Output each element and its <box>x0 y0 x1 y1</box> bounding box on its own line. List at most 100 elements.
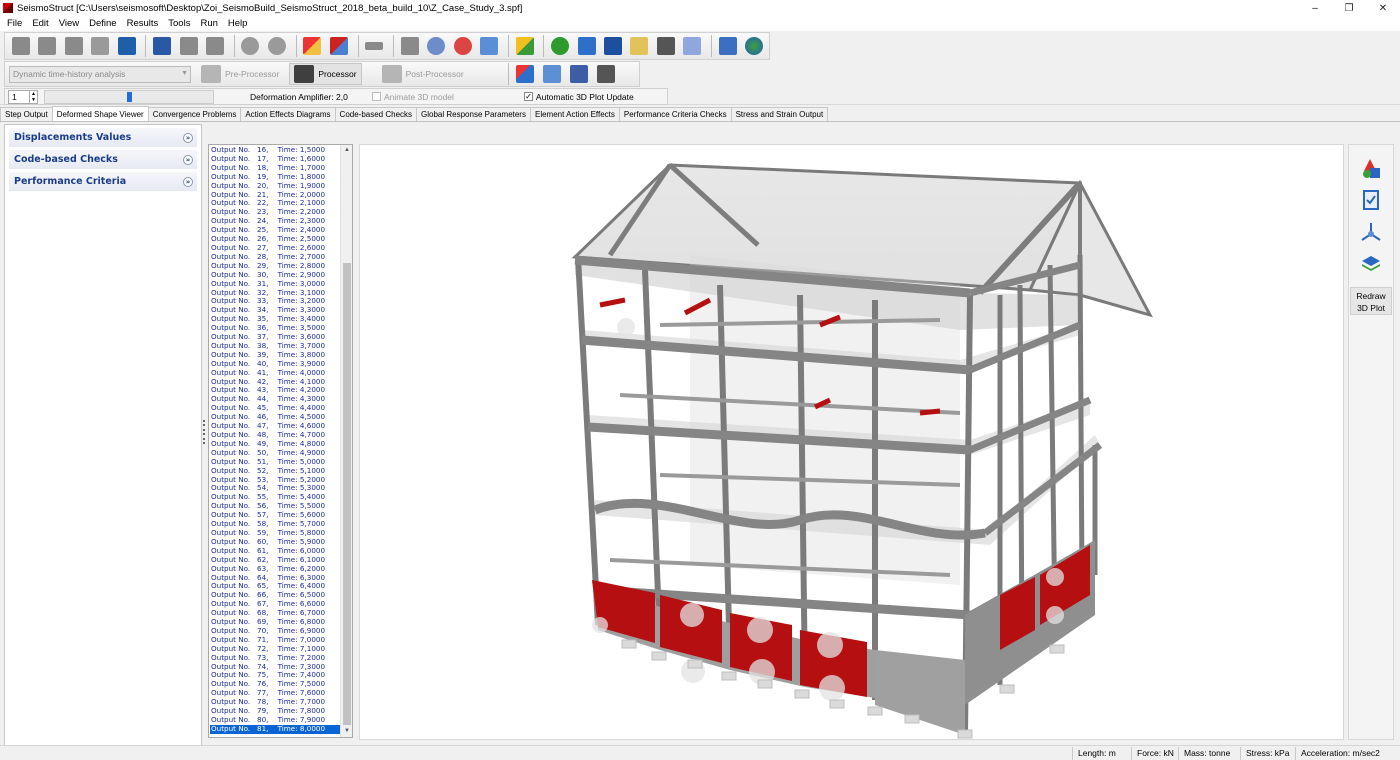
deformed-shape-3d-view[interactable] <box>359 144 1344 740</box>
eraser-icon <box>515 37 534 55</box>
open-button[interactable] <box>35 34 58 58</box>
stop-button[interactable] <box>398 34 421 58</box>
help-button[interactable] <box>548 34 571 58</box>
eraser-button[interactable] <box>513 34 536 58</box>
settings-button[interactable] <box>451 34 474 58</box>
list-scrollbar[interactable]: ▲ ▼ <box>340 145 352 737</box>
menu-help[interactable]: Help <box>223 18 253 29</box>
status-mass: Mass: tonne <box>1178 747 1230 760</box>
minimize-button[interactable]: – <box>1298 0 1332 16</box>
tab-deformed-shape-viewer[interactable]: Deformed Shape Viewer <box>51 106 149 121</box>
animate-3d-checkbox[interactable]: Animate 3D model <box>372 92 454 102</box>
video-button[interactable] <box>654 34 677 58</box>
undo-button[interactable] <box>239 34 262 58</box>
chevron-down-icon[interactable]: » <box>183 176 193 187</box>
deformation-amplifier[interactable]: Deformation Amplifier: 2,0 <box>250 92 360 102</box>
manual-button[interactable] <box>601 34 624 58</box>
auto-update-checkbox[interactable]: ✓ Automatic 3D Plot Update <box>523 91 634 102</box>
menu-file[interactable]: File <box>2 18 27 29</box>
menu-edit[interactable]: Edit <box>27 18 53 29</box>
tab-step-output[interactable]: Step Output <box>0 107 53 121</box>
chip-tool-button[interactable] <box>567 62 591 86</box>
building-modeller-button[interactable] <box>301 34 324 58</box>
building-modeller-icon <box>303 37 322 55</box>
chevron-down-icon[interactable]: » <box>183 154 193 165</box>
checklist-tool-button[interactable] <box>540 62 564 86</box>
report-button[interactable] <box>150 34 173 58</box>
gear-button[interactable] <box>424 34 447 58</box>
copy-button[interactable] <box>177 34 200 58</box>
toolbar-separator <box>711 35 713 57</box>
step-slider[interactable] <box>44 89 214 104</box>
globe-button[interactable] <box>743 34 766 58</box>
menu-define[interactable]: Define <box>84 18 121 29</box>
redraw-3d-plot-button[interactable]: Redraw 3D Plot <box>1350 287 1392 315</box>
menu-results[interactable]: Results <box>122 18 164 29</box>
toolbar-separator <box>145 35 147 57</box>
tab-element-action-effects[interactable]: Element Action Effects <box>529 107 620 121</box>
gear-icon <box>427 37 446 55</box>
new-button[interactable] <box>9 34 32 58</box>
animate-3d-label: Animate 3D model <box>384 91 454 102</box>
processor-button[interactable]: Processor <box>289 63 362 85</box>
view-side-toolbar: Redraw 3D Plot <box>1348 144 1394 740</box>
section-displacements-values[interactable]: Displacements Values » <box>9 128 197 147</box>
auto-update-label: Automatic 3D Plot Update <box>535 91 634 102</box>
window-controls: – ❐ ✕ <box>1298 0 1400 16</box>
scroll-down-icon[interactable]: ▼ <box>341 726 352 737</box>
analysis-type-select[interactable]: Dynamic time-history analysis ▼ <box>9 65 191 83</box>
menu-run[interactable]: Run <box>195 18 222 29</box>
close-file-icon <box>64 37 83 55</box>
menu-tools[interactable]: Tools <box>163 18 195 29</box>
pre-processor-button[interactable]: Pre-Processor <box>197 63 283 85</box>
slider-thumb[interactable] <box>127 91 132 102</box>
panel-splitter[interactable] <box>203 420 206 444</box>
section-performance-criteria[interactable]: Performance Criteria » <box>9 172 197 191</box>
view-layers-button[interactable] <box>1356 251 1386 277</box>
maximize-button[interactable]: ❐ <box>1332 0 1366 16</box>
status-acceleration: Acceleration: m/sec2 <box>1295 747 1380 760</box>
link-button[interactable] <box>681 34 704 58</box>
post-processor-button[interactable]: Post-Processor <box>378 63 468 85</box>
edit-button[interactable] <box>716 34 739 58</box>
paste-button[interactable] <box>203 34 226 58</box>
calculator-button[interactable] <box>477 34 500 58</box>
book-button[interactable] <box>575 34 598 58</box>
checklist-icon <box>542 65 561 83</box>
view-axes-button[interactable] <box>1356 219 1386 245</box>
tab-code-based-checks[interactable]: Code-based Checks <box>334 107 418 121</box>
save-icon <box>117 37 136 55</box>
tab-stress-and-strain-output[interactable]: Stress and Strain Output <box>730 107 829 121</box>
shapes-tool-button[interactable] <box>513 62 537 86</box>
close-button[interactable]: ✕ <box>1366 0 1400 16</box>
scroll-up-icon[interactable]: ▲ <box>341 145 352 156</box>
tab-performance-criteria-checks[interactable]: Performance Criteria Checks <box>618 107 732 121</box>
settings-icon <box>453 37 472 55</box>
film-tool-button[interactable] <box>594 62 618 86</box>
stop-icon <box>400 37 419 55</box>
model-wizard-button[interactable] <box>327 34 350 58</box>
scrollbar-thumb[interactable] <box>343 263 351 725</box>
wrench-button[interactable] <box>88 34 111 58</box>
view-checklist-button[interactable] <box>1356 187 1386 213</box>
section-code-based-checks[interactable]: Code-based Checks » <box>9 150 197 169</box>
section-label: Displacements Values <box>14 132 132 143</box>
chevron-down-icon[interactable]: » <box>183 132 193 143</box>
calculator-icon <box>480 37 499 55</box>
step-spinner[interactable]: 1 ▲ ▼ <box>8 89 38 104</box>
status-bar: Length: m Force: kN Mass: tonne Stress: … <box>0 745 1400 760</box>
list-item[interactable]: Output No. 81, Time: 8,0000 <box>210 724 341 734</box>
tab-global-response-parameters[interactable]: Global Response Parameters <box>416 107 531 121</box>
tab-convergence-problems[interactable]: Convergence Problems <box>147 107 242 121</box>
spinner-arrows-icon[interactable]: ▲ ▼ <box>29 90 37 103</box>
view-shapes-button[interactable] <box>1356 155 1386 181</box>
tab-action-effects-diagrams[interactable]: Action Effects Diagrams <box>240 107 336 121</box>
output-step-list[interactable]: Output No. 16, Time: 1,5000 Output No. 17… <box>208 144 353 738</box>
close-file-button[interactable] <box>62 34 85 58</box>
menu-view[interactable]: View <box>54 18 84 29</box>
frame-button[interactable] <box>628 34 651 58</box>
save-button[interactable] <box>115 34 138 58</box>
connect-button[interactable] <box>363 34 386 58</box>
processor-icon <box>294 65 315 83</box>
redo-button[interactable] <box>265 34 288 58</box>
